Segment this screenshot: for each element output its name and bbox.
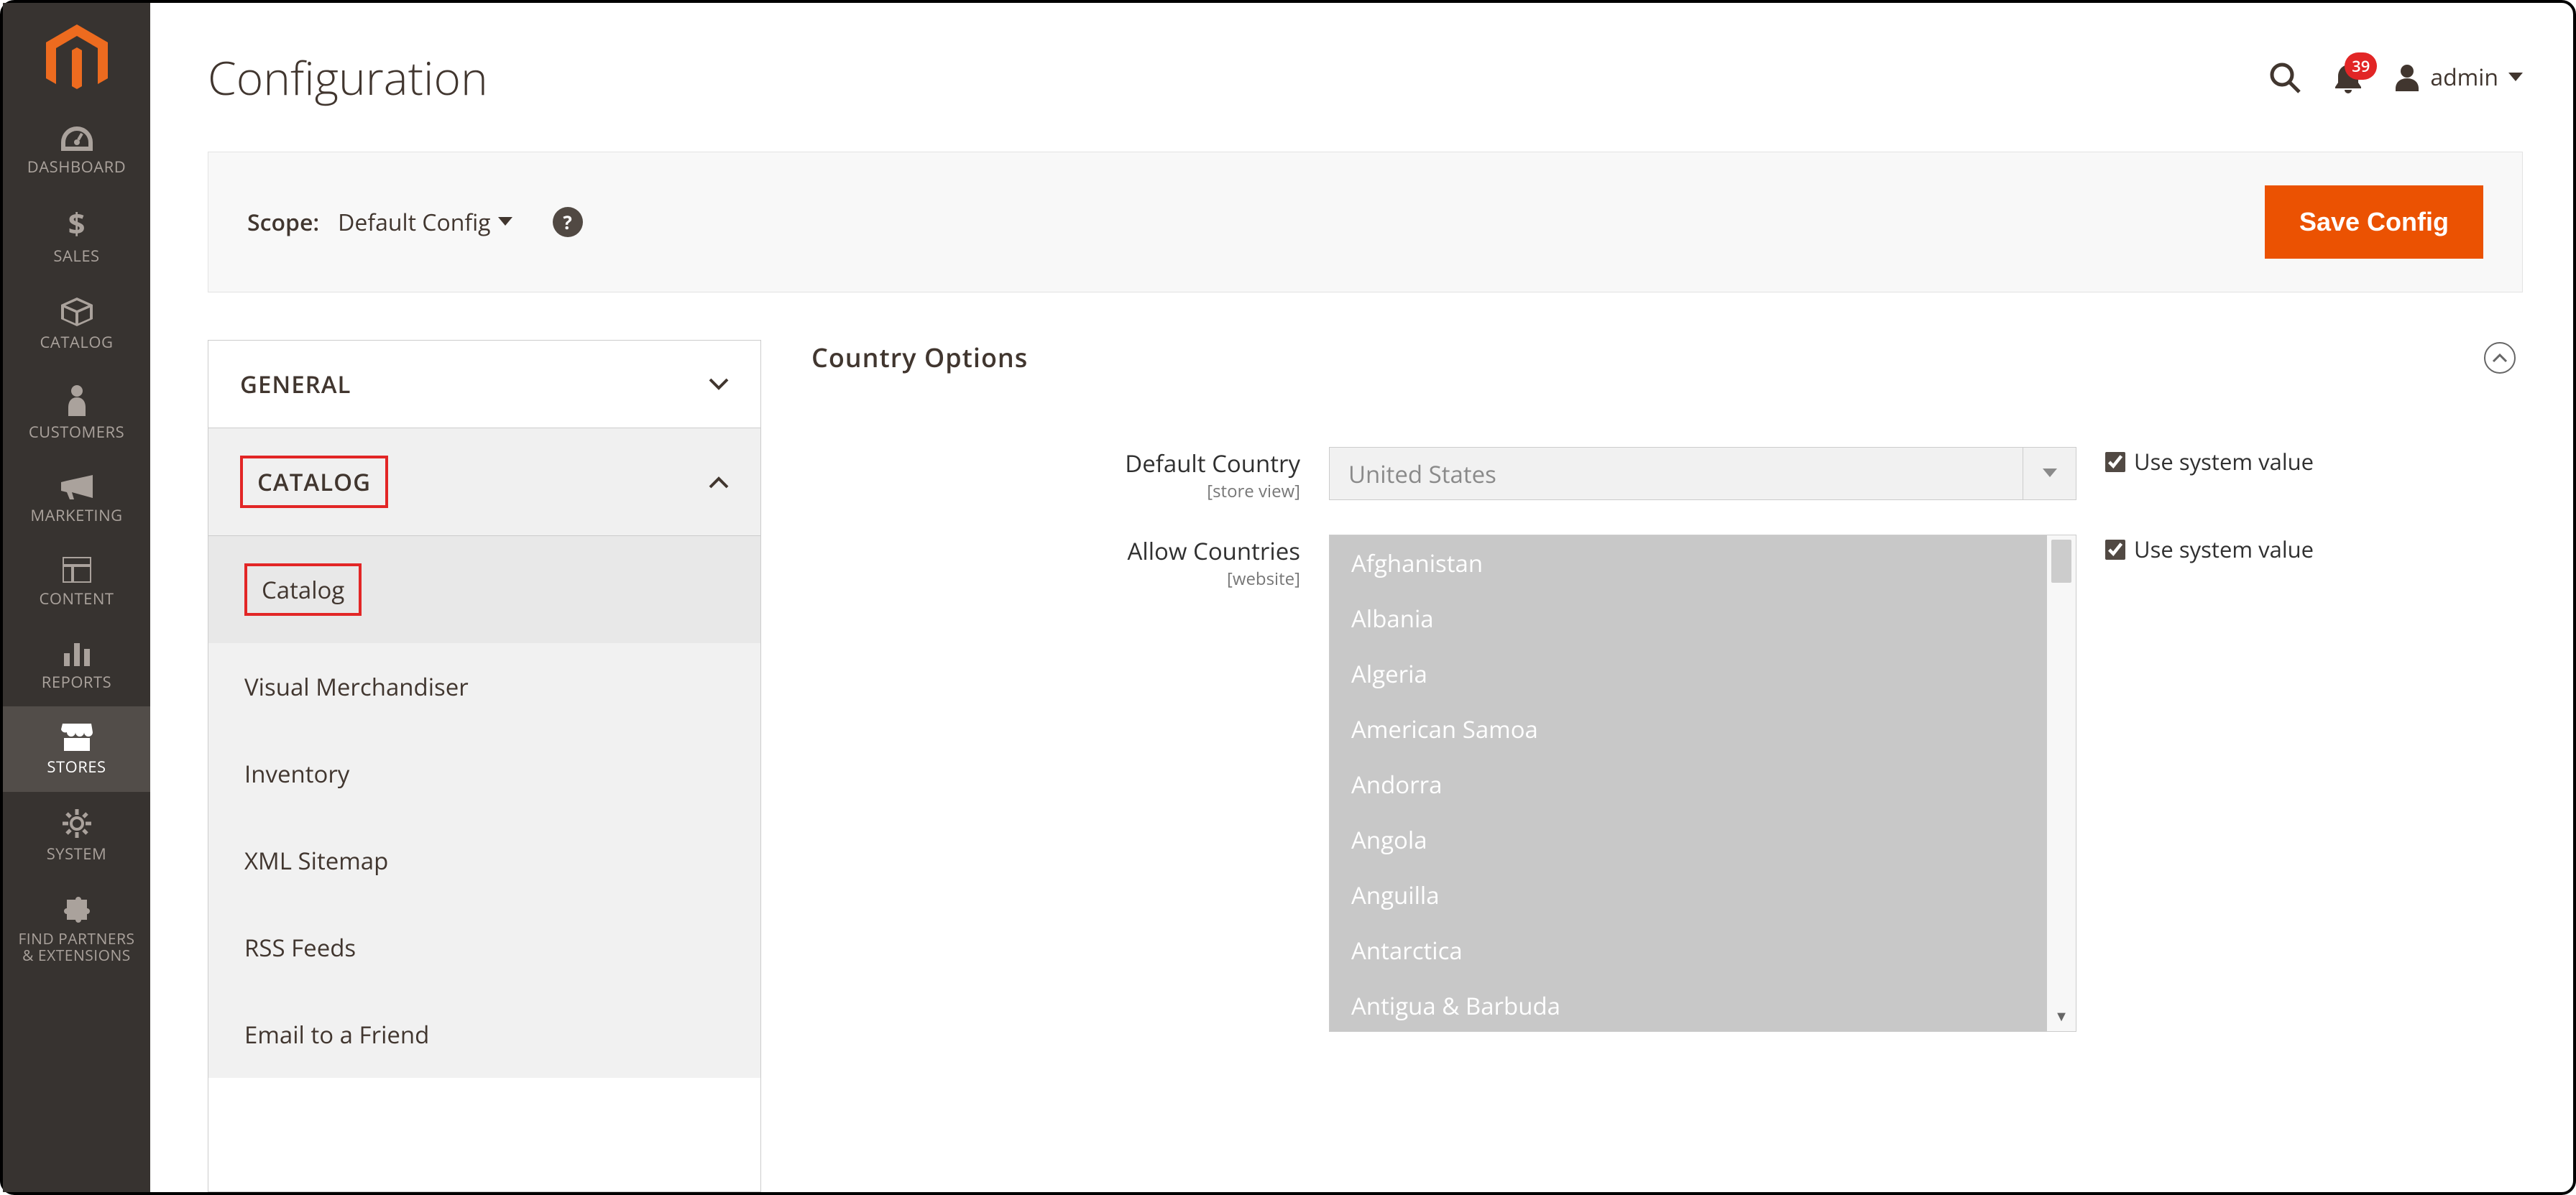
country-option: Antigua & Barbuda (1330, 978, 2047, 1031)
bars-icon (63, 640, 91, 666)
person-icon (67, 384, 87, 416)
country-option: Angola (1330, 812, 2047, 867)
tree-item-email-to-friend[interactable]: Email to a Friend (208, 991, 760, 1078)
chevron-up-icon (2492, 353, 2508, 363)
nav-catalog[interactable]: CATALOG (3, 280, 150, 366)
nav-stores-label: STORES (47, 758, 106, 775)
allow-countries-multiselect: Afghanistan Albania Algeria American Sam… (1329, 535, 2076, 1032)
tree-section-catalog-label: CATALOG (240, 456, 388, 508)
country-option: Anguilla (1330, 867, 2047, 923)
tree-section-catalog[interactable]: CATALOG (208, 428, 760, 536)
scope-help-button[interactable]: ? (553, 207, 583, 237)
box-icon (61, 297, 93, 326)
tree-item-xml-sitemap[interactable]: XML Sitemap (208, 817, 760, 904)
main-content: Configuration 39 admin Scope: Default Co… (150, 3, 2573, 1192)
default-country-select: United States (1329, 447, 2076, 500)
notification-count-badge: 39 (2345, 52, 2377, 80)
nav-marketing[interactable]: MARKETING (3, 456, 150, 540)
country-option: Algeria (1330, 646, 2047, 701)
chevron-down-icon (2508, 73, 2523, 83)
tree-section-general[interactable]: GENERAL (208, 341, 760, 428)
notifications-button[interactable]: 39 (2334, 61, 2363, 94)
nav-sales[interactable]: $ SALES (3, 191, 150, 280)
chevron-down-icon (709, 378, 729, 391)
svg-text:$: $ (68, 208, 85, 240)
storefront-icon (61, 724, 93, 751)
tree-item-visual-merchandiser[interactable]: Visual Merchandiser (208, 643, 760, 730)
magento-logo[interactable] (3, 24, 150, 96)
default-country-value: United States (1330, 448, 2023, 499)
config-tree: GENERAL CATALOG Catalog Visual Merchandi… (208, 340, 761, 1192)
allow-countries-label: Allow Countries (1128, 535, 1300, 567)
country-option: Afghanistan (1330, 535, 2047, 591)
nav-reports-label: REPORTS (42, 673, 111, 691)
collapse-section-button[interactable] (2484, 342, 2516, 374)
magento-logo-icon (46, 24, 108, 96)
countries-list: Afghanistan Albania Algeria American Sam… (1330, 535, 2047, 1031)
default-country-label: Default Country (1125, 447, 1300, 479)
allow-countries-use-system[interactable]: Use system value (2105, 535, 2314, 565)
nav-system-label: SYSTEM (47, 845, 107, 862)
nav-customers-label: CUSTOMERS (29, 423, 124, 440)
tree-catalog-items: Catalog Visual Merchandiser Inventory XM… (208, 536, 760, 1078)
config-form: Country Options Default Country [store v… (811, 340, 2523, 1192)
account-menu[interactable]: admin (2394, 62, 2523, 93)
scrollbar-thumb[interactable] (2051, 540, 2071, 583)
dollar-icon: $ (66, 208, 88, 240)
nav-catalog-label: CATALOG (40, 333, 114, 351)
tree-item-inventory[interactable]: Inventory (208, 730, 760, 817)
country-option: Albania (1330, 591, 2047, 646)
nav-customers[interactable]: CUSTOMERS (3, 367, 150, 456)
nav-partners-label: FIND PARTNERS & EXTENSIONS (18, 931, 134, 964)
save-config-button[interactable]: Save Config (2265, 185, 2483, 259)
nav-content[interactable]: CONTENT (3, 540, 150, 623)
row-allow-countries: Allow Countries [website] Afghanistan Al… (811, 535, 2523, 1032)
allow-countries-scope: [website] (811, 567, 1300, 591)
scope-select[interactable]: Default Config (338, 207, 512, 238)
nav-system[interactable]: SYSTEM (3, 792, 150, 878)
puzzle-icon (63, 895, 91, 924)
dashboard-icon (61, 126, 93, 151)
scope-bar: Scope: Default Config ? Save Config (208, 152, 2523, 292)
nav-dashboard[interactable]: DASHBOARD (3, 109, 150, 191)
user-icon (2394, 64, 2420, 91)
chevron-down-icon (2023, 448, 2076, 499)
country-option: American Samoa (1330, 701, 2047, 757)
gear-icon (63, 809, 91, 838)
scope-label: Scope: (247, 207, 319, 238)
layout-icon (63, 557, 91, 583)
nav-dashboard-label: DASHBOARD (27, 158, 126, 175)
countries-scrollbar[interactable]: ▼ (2047, 535, 2076, 1031)
tree-section-general-label: GENERAL (240, 368, 351, 400)
tree-item-rss-feeds[interactable]: RSS Feeds (208, 904, 760, 991)
search-icon (2268, 60, 2302, 95)
default-country-scope: [store view] (811, 479, 1300, 503)
search-button[interactable] (2268, 60, 2302, 95)
row-default-country: Default Country [store view] United Stat… (811, 447, 2523, 503)
page-title: Configuration (208, 46, 488, 109)
nav-stores[interactable]: STORES (3, 706, 150, 791)
megaphone-icon (61, 474, 93, 499)
tree-item-catalog[interactable]: Catalog (208, 536, 760, 643)
use-system-label: Use system value (2134, 535, 2314, 565)
nav-partners[interactable]: FIND PARTNERS & EXTENSIONS (3, 878, 150, 980)
allow-countries-use-system-checkbox[interactable] (2105, 540, 2125, 560)
default-country-use-system[interactable]: Use system value (2105, 447, 2314, 477)
chevron-up-icon (709, 476, 729, 489)
scope-value: Default Config (338, 207, 490, 238)
use-system-label: Use system value (2134, 447, 2314, 477)
scrollbar-arrow-down-icon[interactable]: ▼ (2047, 1006, 2076, 1025)
country-option: Antarctica (1330, 923, 2047, 978)
account-username: admin (2430, 62, 2498, 93)
chevron-down-icon (498, 217, 512, 227)
nav-marketing-label: MARKETING (30, 507, 122, 524)
nav-sales-label: SALES (53, 247, 99, 264)
nav-reports[interactable]: REPORTS (3, 623, 150, 706)
default-country-use-system-checkbox[interactable] (2105, 452, 2125, 472)
country-option: Andorra (1330, 757, 2047, 812)
admin-sidebar: DASHBOARD $ SALES CATALOG CUSTOMERS MARK… (3, 3, 150, 1192)
nav-content-label: CONTENT (39, 590, 114, 607)
section-title: Country Options (811, 340, 1028, 375)
